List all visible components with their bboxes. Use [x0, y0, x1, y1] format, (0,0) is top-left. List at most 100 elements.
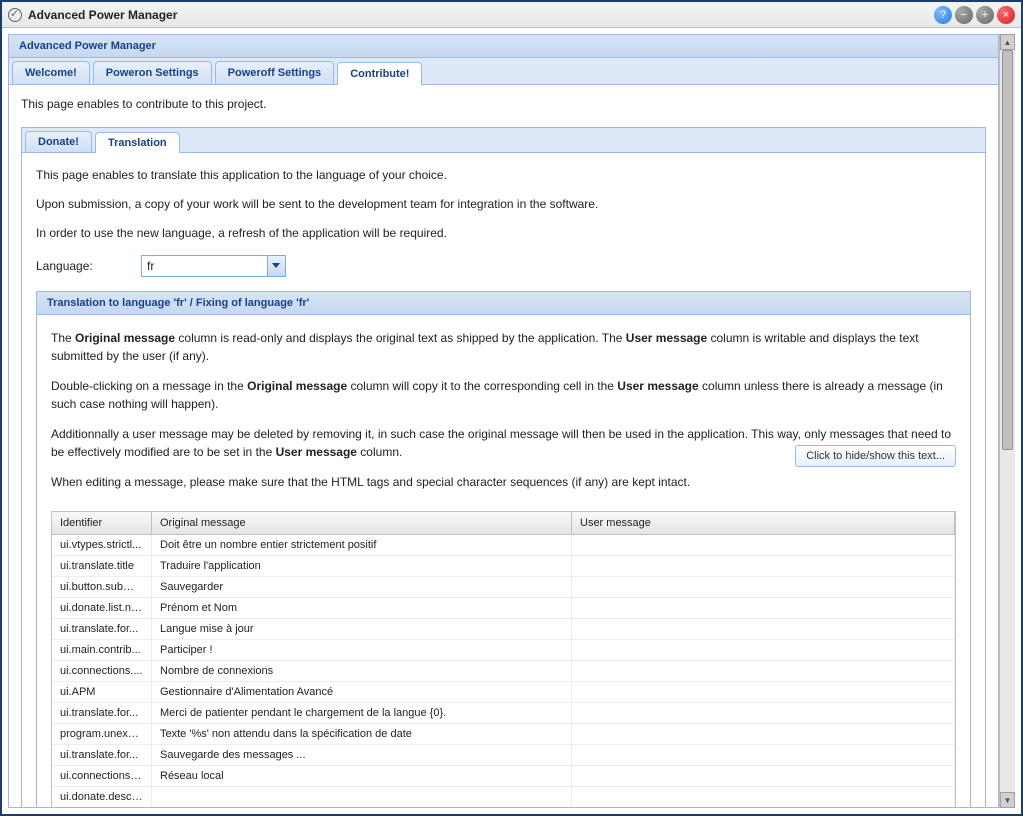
- toggle-help-button[interactable]: Click to hide/show this text...: [795, 445, 956, 467]
- subtab-translation[interactable]: Translation: [95, 132, 180, 153]
- cell-orig[interactable]: Nombre de connexions: [152, 661, 572, 681]
- cell-user[interactable]: [572, 619, 955, 639]
- language-select[interactable]: fr: [141, 255, 286, 277]
- grid-body: ui.vtypes.strictl...Doit être un nombre …: [52, 535, 955, 807]
- cell-orig[interactable]: Doit être un nombre entier strictement p…: [152, 535, 572, 555]
- window-title: Advanced Power Manager: [28, 8, 934, 22]
- cell-id: ui.button.submi...: [52, 577, 152, 597]
- cell-user[interactable]: [572, 598, 955, 618]
- cell-user[interactable]: [572, 787, 955, 807]
- scroll-up-button[interactable]: ▲: [1000, 34, 1015, 50]
- titlebar: Advanced Power Manager ? − + ×: [2, 2, 1021, 28]
- cell-id: ui.connections....: [52, 661, 152, 681]
- cell-user[interactable]: [572, 535, 955, 555]
- app-icon: [8, 8, 22, 22]
- table-row[interactable]: program.unexp...Texte '%s' non attendu d…: [52, 724, 955, 745]
- panel-title: Advanced Power Manager: [9, 35, 998, 58]
- minimize-button[interactable]: −: [955, 6, 973, 24]
- cell-orig[interactable]: Merci de patienter pendant le chargement…: [152, 703, 572, 723]
- cell-orig[interactable]: Texte '%s' non attendu dans la spécifica…: [152, 724, 572, 744]
- cell-orig[interactable]: Prénom et Nom: [152, 598, 572, 618]
- help-text-1: The Original message column is read-only…: [51, 329, 956, 365]
- translation-content: This page enables to translate this appl…: [22, 153, 985, 807]
- col-header-orig[interactable]: Original message: [152, 512, 572, 534]
- cell-id: program.unexp...: [52, 724, 152, 744]
- table-row[interactable]: ui.translate.for...Langue mise à jour: [52, 619, 955, 640]
- language-row: Language: fr: [36, 255, 971, 277]
- table-row[interactable]: ui.translate.for...Sauvegarde des messag…: [52, 745, 955, 766]
- translation-section-header: Translation to language 'fr' / Fixing of…: [36, 291, 971, 315]
- main-tabs: Welcome! Poweron Settings Poweroff Setti…: [9, 58, 998, 85]
- sub-tabs-container: Donate! Translation This page enables to…: [21, 127, 986, 807]
- cell-id: ui.connections.l...: [52, 766, 152, 786]
- tab-welcome[interactable]: Welcome!: [12, 61, 90, 84]
- translation-desc-3: In order to use the new language, a refr…: [36, 225, 971, 242]
- tab-contribute[interactable]: Contribute!: [337, 62, 422, 85]
- intro-text: This page enables to contribute to this …: [21, 97, 986, 111]
- language-label: Language:: [36, 259, 141, 273]
- table-row[interactable]: ui.connections....Nombre de connexions: [52, 661, 955, 682]
- translation-desc-2: Upon submission, a copy of your work wil…: [36, 196, 971, 213]
- cell-id: ui.vtypes.strictl...: [52, 535, 152, 555]
- cell-orig[interactable]: Gestionnaire d'Alimentation Avancé: [152, 682, 572, 702]
- cell-user[interactable]: [572, 724, 955, 744]
- cell-id: ui.translate.for...: [52, 619, 152, 639]
- translation-desc-1: This page enables to translate this appl…: [36, 167, 971, 184]
- cell-orig[interactable]: Réseau local: [152, 766, 572, 786]
- cell-orig[interactable]: Langue mise à jour: [152, 619, 572, 639]
- window-controls: ? − + ×: [934, 6, 1015, 24]
- col-header-user[interactable]: User message: [572, 512, 955, 534]
- cell-orig[interactable]: Sauvegarde des messages ...: [152, 745, 572, 765]
- chevron-down-icon: [272, 263, 280, 268]
- subtab-donate[interactable]: Donate!: [25, 131, 92, 152]
- help-text-2: Double-clicking on a message in the Orig…: [51, 377, 956, 413]
- cell-user[interactable]: [572, 745, 955, 765]
- sub-tab-strip: Donate! Translation: [22, 128, 985, 153]
- language-value: fr: [147, 259, 154, 273]
- cell-id: ui.translate.title: [52, 556, 152, 576]
- cell-user[interactable]: [572, 703, 955, 723]
- maximize-button[interactable]: +: [976, 6, 994, 24]
- close-button[interactable]: ×: [997, 6, 1015, 24]
- help-button[interactable]: ?: [934, 6, 952, 24]
- cell-user[interactable]: [572, 640, 955, 660]
- table-row[interactable]: ui.donate.list.na...Prénom et Nom: [52, 598, 955, 619]
- cell-orig[interactable]: Participer !: [152, 640, 572, 660]
- cell-id: ui.main.contrib...: [52, 640, 152, 660]
- main-panel: Advanced Power Manager Welcome! Poweron …: [8, 34, 999, 808]
- cell-user[interactable]: [572, 577, 955, 597]
- table-row[interactable]: ui.translate.titleTraduire l'application: [52, 556, 955, 577]
- tab-poweron[interactable]: Poweron Settings: [93, 61, 212, 84]
- cell-orig[interactable]: Sauvegarder: [152, 577, 572, 597]
- cell-id: ui.translate.for...: [52, 745, 152, 765]
- scroll-track[interactable]: [1000, 50, 1015, 792]
- table-row[interactable]: ui.button.submi...Sauvegarder: [52, 577, 955, 598]
- col-header-id[interactable]: Identifier: [52, 512, 152, 534]
- content-area: Advanced Power Manager Welcome! Poweron …: [2, 28, 1021, 814]
- cell-id: ui.donate.list.na...: [52, 598, 152, 618]
- help-text-4: When editing a message, please make sure…: [51, 473, 956, 491]
- table-row[interactable]: ui.vtypes.strictl...Doit être un nombre …: [52, 535, 955, 556]
- cell-user[interactable]: [572, 766, 955, 786]
- cell-user[interactable]: [572, 556, 955, 576]
- app-window: Advanced Power Manager ? − + × Advanced …: [0, 0, 1023, 816]
- grid-header: Identifier Original message User message: [52, 512, 955, 535]
- table-row[interactable]: ui.main.contrib...Participer !: [52, 640, 955, 661]
- cell-orig[interactable]: [152, 787, 572, 807]
- cell-id: ui.donate.descr...: [52, 787, 152, 807]
- cell-orig[interactable]: Traduire l'application: [152, 556, 572, 576]
- table-row[interactable]: ui.connections.l...Réseau local: [52, 766, 955, 787]
- tab-poweroff[interactable]: Poweroff Settings: [215, 61, 335, 84]
- table-row[interactable]: ui.donate.descr...: [52, 787, 955, 807]
- cell-id: ui.translate.for...: [52, 703, 152, 723]
- scroll-thumb[interactable]: [1002, 50, 1013, 450]
- cell-user[interactable]: [572, 661, 955, 681]
- translation-grid: Identifier Original message User message…: [51, 511, 956, 807]
- cell-user[interactable]: [572, 682, 955, 702]
- table-row[interactable]: ui.translate.for...Merci de patienter pe…: [52, 703, 955, 724]
- table-row[interactable]: ui.APMGestionnaire d'Alimentation Avancé: [52, 682, 955, 703]
- translation-section-body: The Original message column is read-only…: [36, 315, 971, 807]
- cell-id: ui.APM: [52, 682, 152, 702]
- vertical-scrollbar[interactable]: ▲ ▼: [999, 34, 1015, 808]
- scroll-down-button[interactable]: ▼: [1000, 792, 1015, 808]
